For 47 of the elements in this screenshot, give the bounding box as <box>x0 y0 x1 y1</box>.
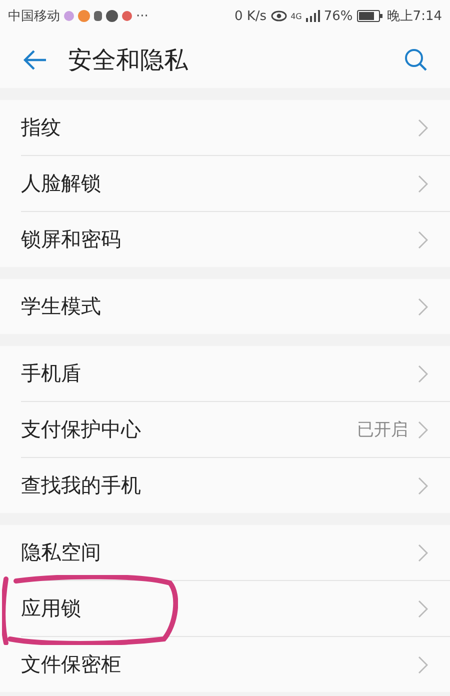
settings-item[interactable]: 支付保护中心 已开启 <box>21 402 450 458</box>
chevron-icon <box>418 600 428 618</box>
settings-item[interactable]: 手机盾 <box>21 346 450 402</box>
item-label: 文件保密柜 <box>21 651 122 678</box>
chevron-icon <box>418 656 428 674</box>
network-type: 4G <box>290 12 302 20</box>
signal-icon <box>306 10 320 22</box>
chevron-icon <box>418 118 428 136</box>
eye-icon <box>270 10 287 22</box>
page-title: 安全和隐私 <box>68 45 188 76</box>
settings-item[interactable]: 文件保密柜 <box>21 637 450 692</box>
item-label: 人脸解锁 <box>21 170 102 197</box>
network-speed: 0 K/s <box>234 8 267 24</box>
chevron-icon <box>418 298 428 316</box>
chevron-icon <box>418 544 428 562</box>
app-icon <box>78 10 90 22</box>
settings-item[interactable]: 人脸解锁 <box>21 156 450 212</box>
settings-item[interactable]: 应用锁 <box>21 581 450 637</box>
item-label: 手机盾 <box>21 360 82 387</box>
item-label: 指纹 <box>21 114 62 141</box>
clock: 晚上7:14 <box>386 8 442 25</box>
app-icon <box>94 11 102 21</box>
item-label: 隐私空间 <box>21 539 102 566</box>
chevron-icon <box>418 230 428 248</box>
back-arrow-icon[interactable] <box>22 49 48 71</box>
battery-percent: 76% <box>324 8 353 24</box>
item-label: 查找我的手机 <box>21 472 142 499</box>
item-label: 学生模式 <box>21 293 102 320</box>
settings-item[interactable]: 指纹 <box>21 100 450 156</box>
item-label: 支付保护中心 <box>21 416 142 443</box>
item-label: 应用锁 <box>21 595 82 622</box>
settings-item[interactable]: 查找我的手机 <box>21 458 450 513</box>
chevron-icon <box>418 174 428 192</box>
search-icon[interactable] <box>404 48 428 72</box>
more-notifications: ··· <box>136 8 148 24</box>
chevron-icon <box>418 420 428 438</box>
item-status: 已开启 <box>357 419 408 441</box>
battery-icon <box>356 10 383 22</box>
app-icon <box>122 11 132 21</box>
app-icon <box>64 11 74 21</box>
settings-item[interactable]: 隐私空间 <box>21 525 450 581</box>
carrier-name: 中国移动 <box>8 8 60 25</box>
app-icon <box>106 10 118 22</box>
settings-item[interactable]: 锁屏和密码 <box>21 212 450 267</box>
chevron-icon <box>418 364 428 382</box>
chevron-icon <box>418 476 428 494</box>
item-label: 锁屏和密码 <box>21 226 122 253</box>
